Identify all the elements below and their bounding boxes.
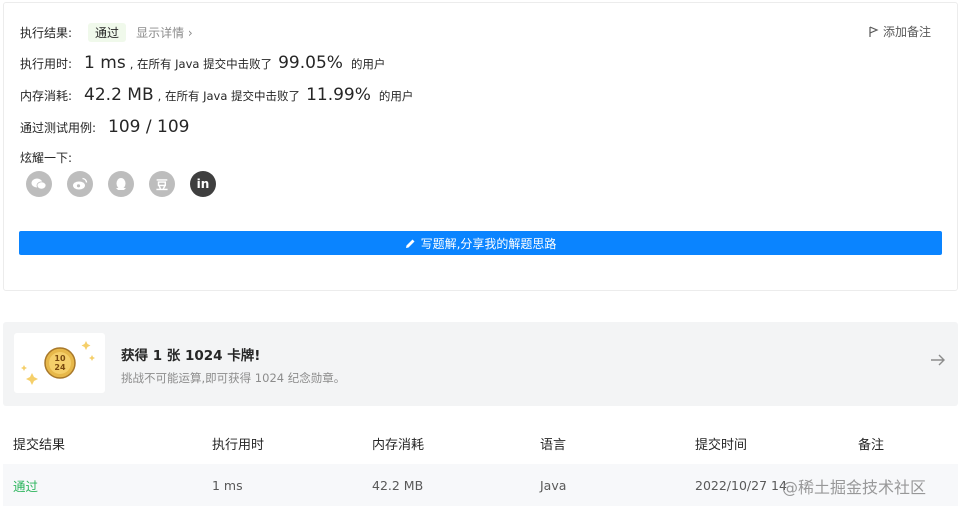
runtime-beat-text: , 在所有 Java 提交中击败了 <box>129 57 273 71</box>
runtime-percent: 99.05% <box>278 53 343 73</box>
award-card-image: 10 24 <box>14 333 105 393</box>
add-note-label: 添加备注 <box>882 25 931 39</box>
memory-row: 内存消耗: 42.2 MB , 在所有 Java 提交中击败了 11.99% 的… <box>20 85 413 105</box>
memory-suffix: 的用户 <box>378 89 414 103</box>
show-details-link[interactable]: 显示详情 › <box>136 24 193 41</box>
watermark: @稀土掘金技术社区 <box>782 478 927 497</box>
table-header: 提交结果 执行用时 内存消耗 语言 提交时间 备注 <box>3 422 958 464</box>
arrow-right-icon[interactable] <box>930 353 946 367</box>
linkedin-glyph: in <box>196 177 210 191</box>
header-language: 语言 <box>540 437 567 453</box>
header-memory: 内存消耗 <box>372 437 425 453</box>
status-row: 执行结果: 通过 显示详情 › <box>20 23 193 42</box>
douban-icon[interactable]: 豆 <box>149 171 175 197</box>
memory-beat-text: , 在所有 Java 提交中击败了 <box>157 89 301 103</box>
add-note-button[interactable]: 添加备注 <box>869 23 931 40</box>
memory-value: 42.2 MB <box>84 85 154 105</box>
award-badge-top: 10 <box>54 354 66 363</box>
award-banner[interactable]: 10 24 获得 1 张 1024 卡牌! 挑战不可能运算,即可获得 1024 … <box>3 322 958 406</box>
row-result[interactable]: 通过 <box>3 476 202 495</box>
header-submit-time: 提交时间 <box>695 437 748 453</box>
douban-glyph: 豆 <box>155 177 168 192</box>
runtime-value: 1 ms <box>84 53 126 73</box>
qq-icon[interactable] <box>108 171 134 197</box>
wechat-icon[interactable] <box>26 171 52 197</box>
linkedin-icon[interactable]: in <box>190 171 216 197</box>
runtime-row: 执行用时: 1 ms , 在所有 Java 提交中击败了 99.05% 的用户 <box>20 53 385 73</box>
pencil-icon <box>405 239 415 248</box>
status-badge: 通过 <box>88 23 127 42</box>
runtime-label: 执行用时: <box>20 57 73 71</box>
share-icons: 豆 in <box>26 171 216 197</box>
share-label: 炫耀一下: <box>20 151 73 165</box>
header-result: 提交结果 <box>13 437 66 453</box>
write-solution-label: 写题解,分享我的解题思路 <box>420 236 557 251</box>
header-runtime: 执行用时 <box>212 437 265 453</box>
award-title: 获得 1 张 1024 卡牌! <box>121 348 261 364</box>
share-row: 炫耀一下: <box>20 149 72 166</box>
weibo-icon[interactable] <box>67 171 93 197</box>
row-memory: 42.2 MB <box>372 477 424 493</box>
flag-icon <box>869 25 879 37</box>
header-note: 备注 <box>858 437 885 453</box>
memory-label: 内存消耗: <box>20 89 73 103</box>
row-language: Java <box>540 477 567 493</box>
award-badge-bottom: 24 <box>54 363 66 372</box>
award-subtitle: 挑战不可能运算,即可获得 1024 纪念勋章。 <box>121 371 346 385</box>
tests-label: 通过测试用例: <box>20 121 97 135</box>
write-solution-button[interactable]: 写题解,分享我的解题思路 <box>19 231 942 255</box>
memory-percent: 11.99% <box>306 85 371 105</box>
runtime-suffix: 的用户 <box>350 57 386 71</box>
row-runtime: 1 ms <box>212 477 243 493</box>
tests-row: 通过测试用例: 109 / 109 <box>20 117 189 137</box>
result-card: 执行结果: 通过 显示详情 › 添加备注 执行用时: 1 ms , 在所有 Ja… <box>3 2 958 291</box>
tests-value: 109 / 109 <box>108 117 190 137</box>
status-label: 执行结果: <box>20 26 73 40</box>
